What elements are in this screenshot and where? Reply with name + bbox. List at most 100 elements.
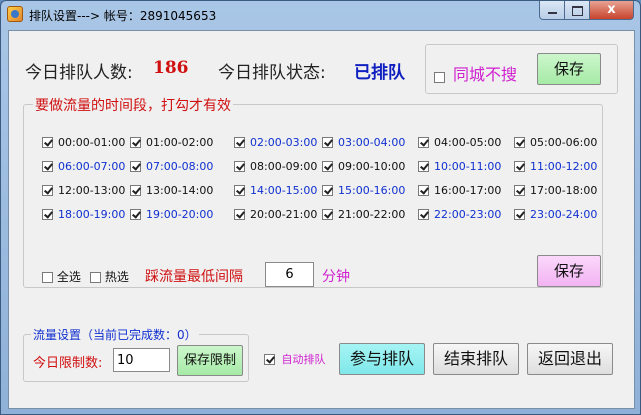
time-slot-label: 02:00-03:00 <box>250 136 318 149</box>
same-city-label: 同城不搜 <box>453 65 518 84</box>
time-slot-option[interactable]: 00:00-01:00 <box>42 136 125 150</box>
time-slot-label: 04:00-05:00 <box>434 136 502 149</box>
time-slot-option[interactable]: 02:00-03:00 <box>234 136 317 150</box>
time-slot-option[interactable]: 12:00-13:00 <box>42 184 125 198</box>
queue-status-value: 已排队 <box>354 63 405 83</box>
interval-label: 踩流量最低间隔 <box>145 269 243 285</box>
auto-queue-checkbox[interactable] <box>264 354 275 365</box>
save-limit-button[interactable]: 保存限制 <box>177 345 243 376</box>
time-slot-option[interactable]: 05:00-06:00 <box>514 136 597 150</box>
time-slot-option[interactable]: 19:00-20:00 <box>130 208 213 222</box>
select-all-label: 全选 <box>56 270 81 284</box>
daily-limit-label: 今日限制数: <box>33 356 103 371</box>
time-slot-label: 13:00-14:00 <box>146 184 214 197</box>
time-slot-label: 16:00-17:00 <box>434 184 502 197</box>
time-slot-checkbox[interactable] <box>130 161 141 172</box>
auto-queue-label: 自动排队 <box>281 353 326 366</box>
time-slot-label: 11:00-12:00 <box>530 160 598 173</box>
time-slot-label: 20:00-21:00 <box>250 208 318 221</box>
time-slot-checkbox[interactable] <box>514 209 525 220</box>
time-slot-checkbox[interactable] <box>418 185 429 196</box>
app-window: 排队设置---> 帐号：2891045653 x 今日排队人数: 186 今日排… <box>0 0 641 415</box>
flow-settings-legend: 流量设置（当前已完成数：0） <box>31 326 199 343</box>
time-slot-option[interactable]: 08:00-09:00 <box>234 160 317 174</box>
same-city-checkbox-wrap[interactable] <box>434 67 445 86</box>
time-slot-checkbox[interactable] <box>234 185 245 196</box>
time-slot-option[interactable]: 01:00-02:00 <box>130 136 213 150</box>
time-slot-option[interactable]: 03:00-04:00 <box>322 136 405 150</box>
interval-input[interactable] <box>265 262 314 287</box>
time-slot-checkbox[interactable] <box>234 161 245 172</box>
client-area: 今日排队人数: 186 今日排队状态: 已排队 同城不搜 保存 要做流量的时间段… <box>8 30 635 409</box>
time-slot-checkbox[interactable] <box>42 209 53 220</box>
queue-count-label: 今日排队人数: <box>25 63 133 83</box>
hot-select-option[interactable]: 热选 <box>90 268 129 285</box>
join-queue-button[interactable]: 参与排队 <box>339 343 425 375</box>
time-slot-checkbox[interactable] <box>418 161 429 172</box>
minimize-button[interactable] <box>539 1 565 20</box>
title-bar[interactable]: 排队设置---> 帐号：2891045653 x <box>1 1 640 29</box>
time-slot-label: 03:00-04:00 <box>338 136 406 149</box>
time-slot-checkbox[interactable] <box>322 209 333 220</box>
time-slot-label: 06:00-07:00 <box>58 160 126 173</box>
time-slot-checkbox[interactable] <box>514 185 525 196</box>
time-slot-checkbox[interactable] <box>514 137 525 148</box>
time-slot-checkbox[interactable] <box>322 185 333 196</box>
time-slot-option[interactable]: 22:00-23:00 <box>418 208 501 222</box>
time-slot-checkbox[interactable] <box>42 161 53 172</box>
select-all-option[interactable]: 全选 <box>42 268 81 285</box>
maximize-button[interactable] <box>565 1 590 20</box>
time-slot-checkbox[interactable] <box>418 137 429 148</box>
time-slot-option[interactable]: 21:00-22:00 <box>322 208 405 222</box>
window-title: 排队设置---> 帐号：2891045653 <box>29 9 217 23</box>
time-slot-checkbox[interactable] <box>130 137 141 148</box>
time-slot-label: 14:00-15:00 <box>250 184 318 197</box>
app-icon <box>7 6 23 22</box>
time-slots-legend: 要做流量的时间段，打勾才有效 <box>33 95 233 115</box>
time-slot-label: 07:00-08:00 <box>146 160 214 173</box>
time-slot-label: 19:00-20:00 <box>146 208 214 221</box>
time-slots-save-button[interactable]: 保存 <box>537 255 601 287</box>
time-slot-label: 15:00-16:00 <box>338 184 406 197</box>
end-queue-button[interactable]: 结束排队 <box>433 343 519 375</box>
time-slot-checkbox[interactable] <box>418 209 429 220</box>
time-slot-option[interactable]: 10:00-11:00 <box>418 160 501 174</box>
queue-count-value: 186 <box>153 58 189 78</box>
time-slot-option[interactable]: 17:00-18:00 <box>514 184 597 198</box>
exit-button[interactable]: 返回退出 <box>527 343 613 375</box>
time-slot-checkbox[interactable] <box>42 185 53 196</box>
time-slot-checkbox[interactable] <box>514 161 525 172</box>
auto-queue-option[interactable]: 自动排队 <box>264 351 326 367</box>
time-slot-option[interactable]: 23:00-24:00 <box>514 208 597 222</box>
time-slot-label: 22:00-23:00 <box>434 208 502 221</box>
time-slot-checkbox[interactable] <box>130 209 141 220</box>
time-slot-option[interactable]: 14:00-15:00 <box>234 184 317 198</box>
close-icon: x <box>607 2 616 17</box>
same-city-checkbox[interactable] <box>434 72 445 83</box>
time-slot-option[interactable]: 11:00-12:00 <box>514 160 597 174</box>
select-all-checkbox[interactable] <box>42 272 53 283</box>
time-slot-option[interactable]: 07:00-08:00 <box>130 160 213 174</box>
time-slot-option[interactable]: 04:00-05:00 <box>418 136 501 150</box>
daily-limit-input[interactable] <box>113 348 170 372</box>
time-slot-option[interactable]: 15:00-16:00 <box>322 184 405 198</box>
time-slot-option[interactable]: 18:00-19:00 <box>42 208 125 222</box>
time-slot-label: 23:00-24:00 <box>530 208 598 221</box>
time-slot-option[interactable]: 20:00-21:00 <box>234 208 317 222</box>
time-slot-option[interactable]: 09:00-10:00 <box>322 160 405 174</box>
time-slot-checkbox[interactable] <box>322 161 333 172</box>
time-slot-checkbox[interactable] <box>322 137 333 148</box>
same-city-save-button[interactable]: 保存 <box>537 53 601 85</box>
time-slot-label: 12:00-13:00 <box>58 184 126 197</box>
time-slot-checkbox[interactable] <box>234 209 245 220</box>
hot-select-checkbox[interactable] <box>90 272 101 283</box>
time-slot-option[interactable]: 16:00-17:00 <box>418 184 501 198</box>
time-slot-checkbox[interactable] <box>130 185 141 196</box>
hot-select-label: 热选 <box>104 270 129 284</box>
time-slot-option[interactable]: 13:00-14:00 <box>130 184 213 198</box>
time-slot-checkbox[interactable] <box>234 137 245 148</box>
time-slot-option[interactable]: 06:00-07:00 <box>42 160 125 174</box>
time-slot-label: 09:00-10:00 <box>338 160 406 173</box>
time-slot-checkbox[interactable] <box>42 137 53 148</box>
close-button[interactable]: x <box>590 1 634 20</box>
